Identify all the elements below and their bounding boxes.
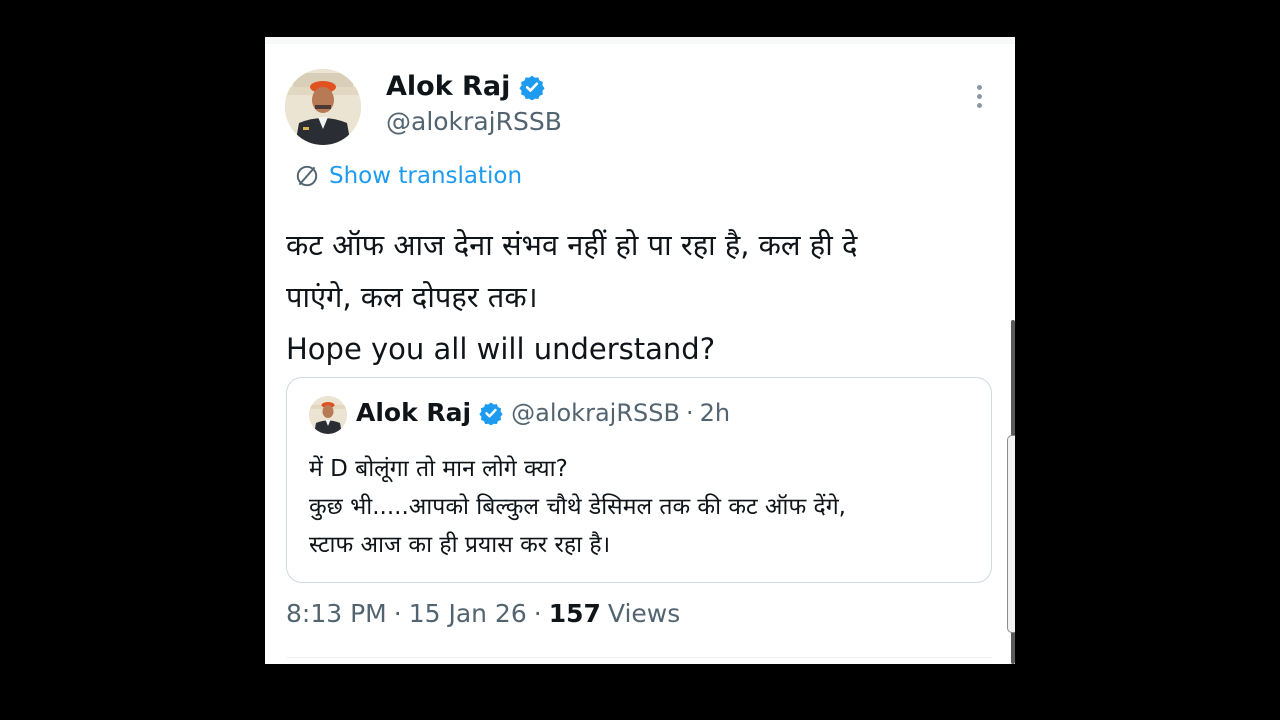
tweet-meta: 8:13 PM · 15 Jan 26 · 157 Views	[286, 599, 680, 628]
side-panel-handle[interactable]	[1007, 435, 1015, 633]
tweet-card: Alok Raj @alokrajRSSB Show translation क…	[265, 37, 1015, 664]
separator-dot: ·	[685, 398, 694, 427]
author-name-text[interactable]: Alok Raj	[386, 71, 510, 102]
card-top-divider	[265, 37, 1015, 44]
quoted-author-name[interactable]: Alok Raj	[356, 398, 471, 427]
tweet-date[interactable]: 15 Jan 26	[409, 599, 527, 628]
more-options-button[interactable]	[971, 85, 987, 115]
separator-dot: ·	[393, 599, 402, 628]
quoted-text-line: कुछ भी.....आपको बिल्कुल चौथे डेसिमल तक क…	[309, 494, 846, 520]
quoted-tweet-text: में D बोलूंगा तो मान लोगे क्या? कुछ भी..…	[309, 450, 846, 564]
translate-icon	[296, 165, 318, 187]
tweet-text-line: कट ऑफ आज देना संभव नहीं हो पा रहा है, कल…	[286, 228, 858, 262]
quoted-tweet[interactable]: Alok Raj @alokrajRSSB · 2h में D बोलूंगा…	[286, 377, 992, 583]
author-avatar[interactable]	[285, 69, 361, 145]
more-vertical-icon-dot	[976, 94, 982, 99]
show-translation-label[interactable]: Show translation	[329, 163, 522, 189]
tweet-text-line: Hope you all will understand?	[286, 332, 716, 366]
views-count: 157	[548, 599, 601, 628]
more-vertical-icon-dot	[976, 103, 982, 108]
tweet-text-line: पाएंगे, कल दोपहर तक।	[286, 280, 538, 314]
quoted-tweet-timestamp[interactable]: 2h	[700, 399, 730, 427]
tweet-time[interactable]: 8:13 PM	[286, 599, 387, 628]
quoted-text-line: स्टाफ आज का ही प्रयास कर रहा है।	[309, 532, 611, 558]
quoted-tweet-header: Alok Raj @alokrajRSSB · 2h	[356, 398, 730, 427]
views-label: Views	[607, 599, 681, 628]
separator-dot: ·	[533, 599, 542, 628]
tweet-text: कट ऑफ आज देना संभव नहीं हो पा रहा है, कल…	[286, 219, 986, 375]
author-name[interactable]: Alok Raj	[386, 71, 545, 102]
verified-badge-icon	[519, 75, 545, 100]
quoted-text-line: में D बोलूंगा तो मान लोगे क्या?	[309, 456, 568, 482]
more-vertical-icon-dot	[976, 85, 982, 90]
divider	[286, 657, 992, 658]
verified-badge-icon	[479, 402, 503, 425]
quoted-author-avatar[interactable]	[309, 396, 347, 434]
author-handle[interactable]: @alokrajRSSB	[386, 107, 562, 136]
quoted-author-handle[interactable]: @alokrajRSSB	[511, 399, 680, 427]
show-translation-button[interactable]: Show translation	[294, 163, 522, 189]
